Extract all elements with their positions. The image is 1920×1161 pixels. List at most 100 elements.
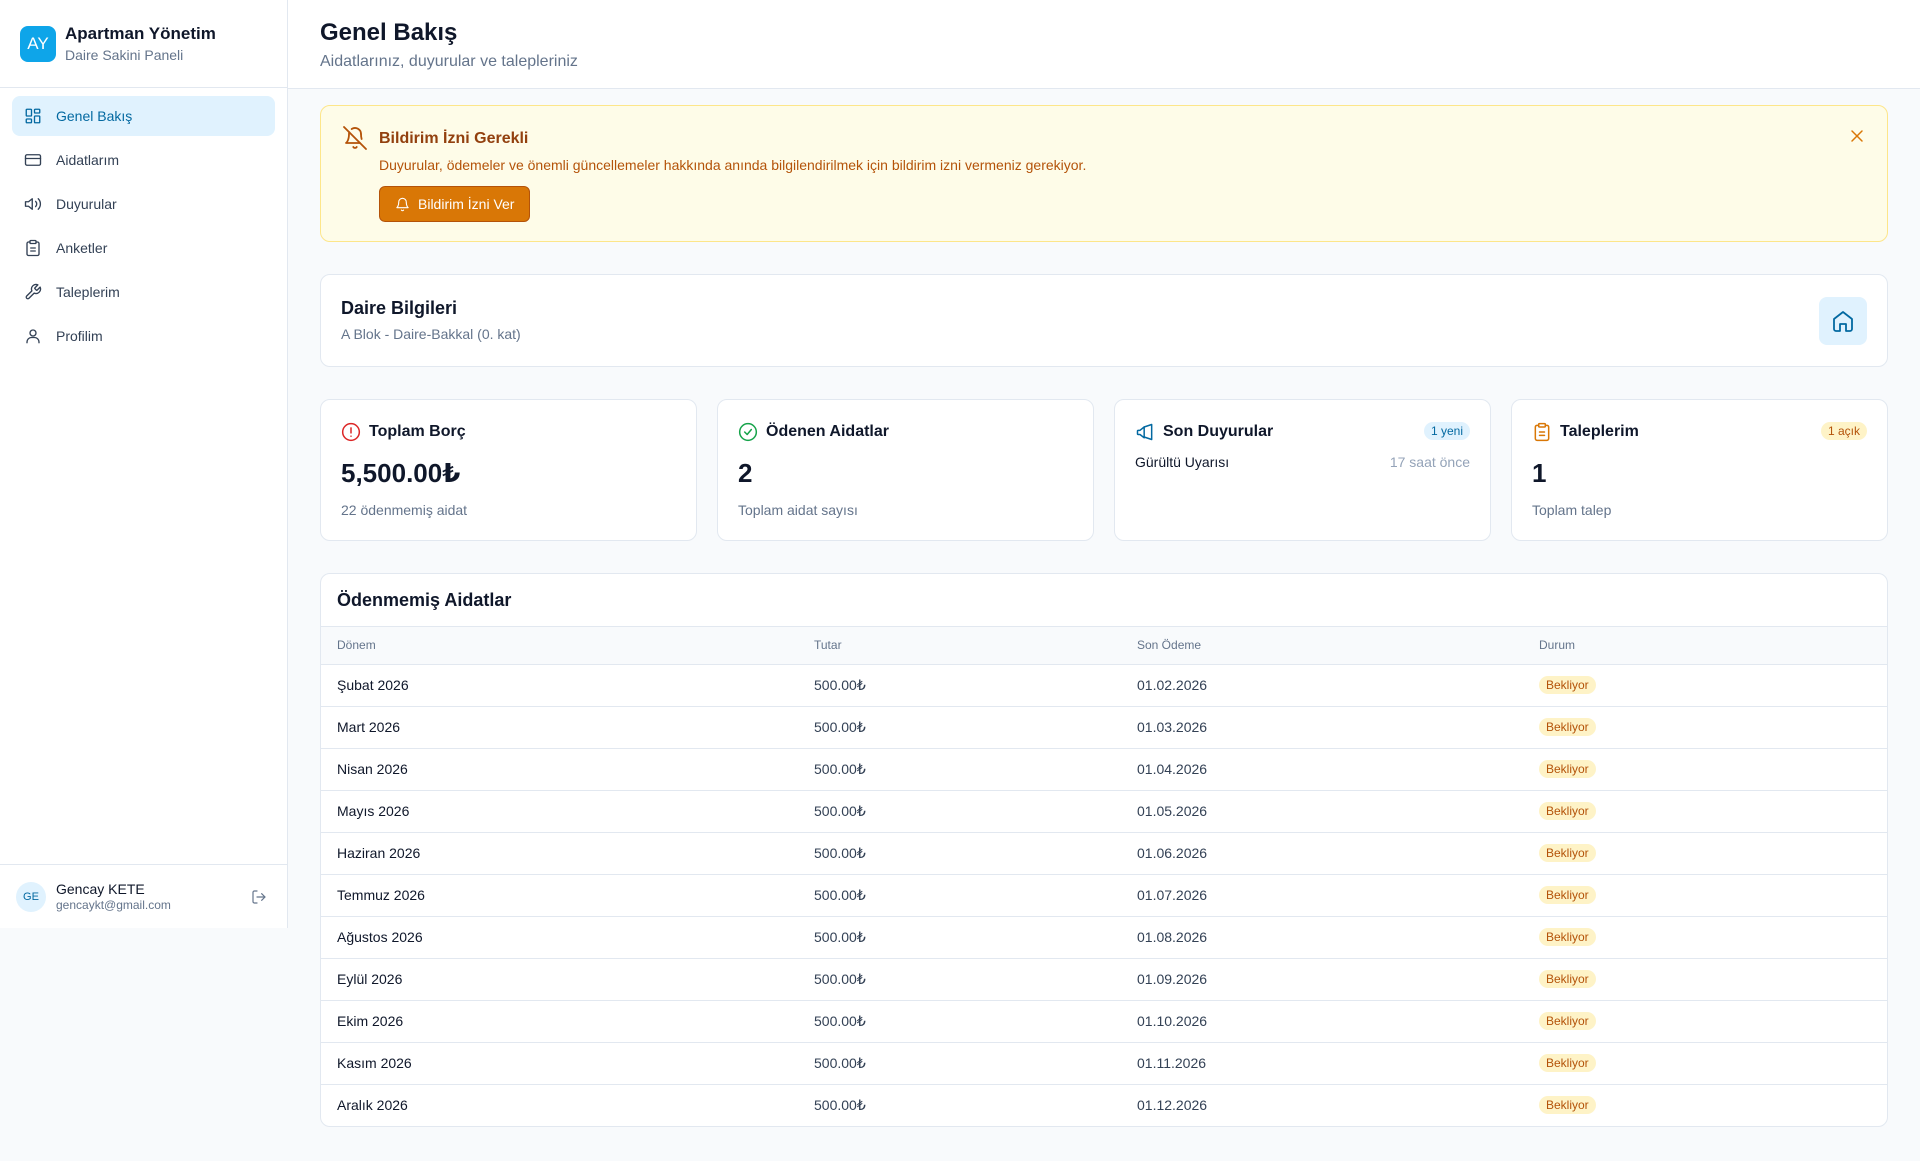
stat-note: Toplam aidat sayısı	[738, 502, 858, 518]
amount-cell: 500.00₺	[798, 664, 1121, 707]
table-row[interactable]: Nisan 2026 500.00₺ 01.04.2026 Bekliyor	[321, 748, 1887, 791]
recent-announcements-card[interactable]: Son Duyurular 1 yeni Gürültü Uyarısı 17 …	[1114, 399, 1491, 541]
table-row[interactable]: Eylül 2026 500.00₺ 01.09.2026 Bekliyor	[321, 958, 1887, 1001]
table-row[interactable]: Kasım 2026 500.00₺ 01.11.2026 Bekliyor	[321, 1042, 1887, 1085]
column-header: Son Ödeme	[1121, 627, 1523, 665]
stat-label: Taleplerim	[1560, 423, 1639, 440]
grant-notification-button[interactable]: Bildirim İzni Ver	[379, 186, 531, 222]
table-header-row: Dönem Tutar Son Ödeme Durum	[321, 627, 1887, 665]
sidebar-item-anketler[interactable]: Anketler	[12, 228, 275, 268]
sidebar-item-aidatlarim[interactable]: Aidatlarım	[12, 140, 275, 180]
column-header: Durum	[1523, 627, 1887, 665]
amount-cell: 500.00₺	[798, 748, 1121, 791]
sidebar-item-genel-bakis[interactable]: Genel Bakış	[12, 96, 275, 136]
period-cell: Temmuz 2026	[321, 874, 798, 917]
status-badge: Bekliyor	[1539, 1012, 1596, 1030]
sidebar-nav: Genel Bakış Aidatlarım Duyurular Anketle…	[0, 88, 287, 368]
stat-label: Ödenen Aidatlar	[766, 423, 889, 440]
amount-cell: 500.00₺	[814, 1096, 866, 1113]
stat-label: Son Duyurular	[1163, 423, 1274, 440]
alert-circle-icon	[341, 422, 361, 442]
status-badge: Bekliyor	[1539, 1054, 1596, 1072]
credit-card-icon	[24, 151, 42, 169]
period-cell: Eylül 2026	[321, 958, 798, 1001]
stats-row: Toplam Borç 5,500.00₺ 22 ödenmemiş aidat…	[320, 399, 1888, 541]
sidebar-item-label: Genel Bakış	[56, 108, 133, 124]
due-date-cell: 01.02.2026	[1121, 664, 1523, 707]
table-row[interactable]: Ekim 2026 500.00₺ 01.10.2026 Bekliyor	[321, 1000, 1887, 1043]
due-date-cell: 01.05.2026	[1121, 790, 1523, 833]
close-icon[interactable]	[1847, 126, 1867, 146]
status-badge: Bekliyor	[1539, 676, 1596, 694]
period-cell: Nisan 2026	[321, 748, 798, 791]
unpaid-dues-table: Ödenmemiş Aidatlar Dönem Tutar Son Ödeme…	[320, 573, 1888, 1127]
period-cell: Ekim 2026	[321, 1000, 798, 1043]
due-date-cell: 01.08.2026	[1121, 916, 1523, 959]
clipboard-icon	[24, 239, 42, 257]
amount-cell: 500.00₺	[798, 1000, 1121, 1043]
logout-icon[interactable]	[247, 885, 271, 909]
apartment-info-card: Daire Bilgileri A Blok - Daire-Bakkal (0…	[320, 274, 1888, 367]
table-row[interactable]: Mart 2026 500.00₺ 01.03.2026 Bekliyor	[321, 706, 1887, 749]
brand: AY Apartman Yönetim Daire Sakini Paneli	[0, 0, 287, 88]
status-cell: Bekliyor	[1523, 1042, 1887, 1085]
amount-cell: 500.00₺	[798, 874, 1121, 917]
amount-cell: 500.00₺	[798, 1042, 1121, 1085]
avatar: GE	[16, 881, 46, 912]
due-date-cell: 01.07.2026	[1121, 874, 1523, 917]
sidebar-item-taleplerim[interactable]: Taleplerim	[12, 272, 275, 312]
status-badge: Bekliyor	[1539, 928, 1596, 946]
column-header: Dönem	[321, 627, 798, 665]
status-badge: Bekliyor	[1539, 802, 1596, 820]
table-title: Ödenmemiş Aidatlar	[321, 574, 1887, 627]
user-profile: GE Gencay KETE gencaykt@gmail.com	[0, 864, 287, 928]
main-content: Bildirim İzni Gerekli Duyurular, ödemele…	[320, 105, 1888, 1127]
brand-logo: AY	[20, 25, 56, 62]
due-date-cell: 01.11.2026	[1121, 1042, 1523, 1085]
announcement-title: Gürültü Uyarısı	[1135, 454, 1230, 470]
amount-cell: 500.00₺	[798, 790, 1121, 833]
amount-cell: 500.00₺	[798, 916, 1121, 959]
status-badge: Bekliyor	[1539, 844, 1596, 862]
status-badge: Bekliyor	[1539, 760, 1596, 778]
sidebar-item-label: Taleplerim	[56, 284, 120, 300]
table-row[interactable]: Aralık 2026 500.00₺ 01.12.2026 Bekliyor	[321, 1084, 1887, 1126]
paid-dues-card[interactable]: Ödenen Aidatlar 2 Toplam aidat sayısı	[717, 399, 1094, 541]
clipboard-icon	[1534, 422, 1550, 442]
due-date-cell: 01.12.2026	[1137, 1097, 1208, 1114]
due-date-cell: 01.09.2026	[1121, 958, 1523, 1001]
total-debt-card[interactable]: Toplam Borç 5,500.00₺ 22 ödenmemiş aidat	[320, 399, 697, 541]
my-requests-card[interactable]: Taleplerim 1 açık 1 Toplam talep	[1511, 399, 1888, 541]
table-body: Şubat 2026 500.00₺ 01.02.2026 Bekliyor Mart …	[321, 664, 1887, 1126]
megaphone-icon	[24, 195, 42, 213]
period-cell: Şubat 2026	[321, 664, 798, 707]
stat-note: Toplam talep	[1532, 502, 1612, 518]
status-cell: Bekliyor	[1523, 748, 1887, 791]
user-email: gencaykt@gmail.com	[56, 897, 171, 912]
status-badge: Bekliyor	[1539, 970, 1596, 988]
announcement-item[interactable]: Gürültü Uyarısı 17 saat önce	[1135, 454, 1470, 470]
status-cell: Bekliyor	[1523, 664, 1887, 707]
table-row[interactable]: Temmuz 2026 500.00₺ 01.07.2026 Bekliyor	[321, 874, 1887, 917]
sidebar-item-label: Anketler	[56, 240, 108, 256]
table-row[interactable]: Ağustos 2026 500.00₺ 01.08.2026 Bekliyor	[321, 916, 1887, 959]
alert-title: Bildirim İzni Gerekli	[379, 130, 529, 147]
table-row[interactable]: Haziran 2026 500.00₺ 01.06.2026 Bekliyor	[321, 832, 1887, 875]
stat-value: 5,500.00₺	[341, 458, 461, 488]
due-date-cell: 01.03.2026	[1121, 706, 1523, 749]
check-circle-icon	[738, 422, 758, 442]
dashboard-icon	[24, 107, 42, 125]
stat-value: 2	[738, 458, 753, 488]
sidebar: AY Apartman Yönetim Daire Sakini Paneli …	[0, 0, 288, 928]
wrench-icon	[24, 283, 42, 301]
sidebar-item-profilim[interactable]: Profilim	[12, 316, 275, 356]
table-row[interactable]: Şubat 2026 500.00₺ 01.02.2026 Bekliyor	[321, 664, 1887, 707]
period-cell: Kasım 2026	[321, 1042, 798, 1085]
button-label: Bildirim İzni Ver	[418, 196, 515, 212]
sidebar-item-label: Profilim	[56, 328, 103, 344]
open-badge: 1 açık	[1820, 422, 1867, 440]
period-cell: Mayıs 2026	[321, 790, 798, 833]
table-row[interactable]: Mayıs 2026 500.00₺ 01.05.2026 Bekliyor	[321, 790, 1887, 833]
stat-note: 22 ödenmemiş aidat	[341, 502, 468, 518]
sidebar-item-duyurular[interactable]: Duyurular	[12, 184, 275, 224]
